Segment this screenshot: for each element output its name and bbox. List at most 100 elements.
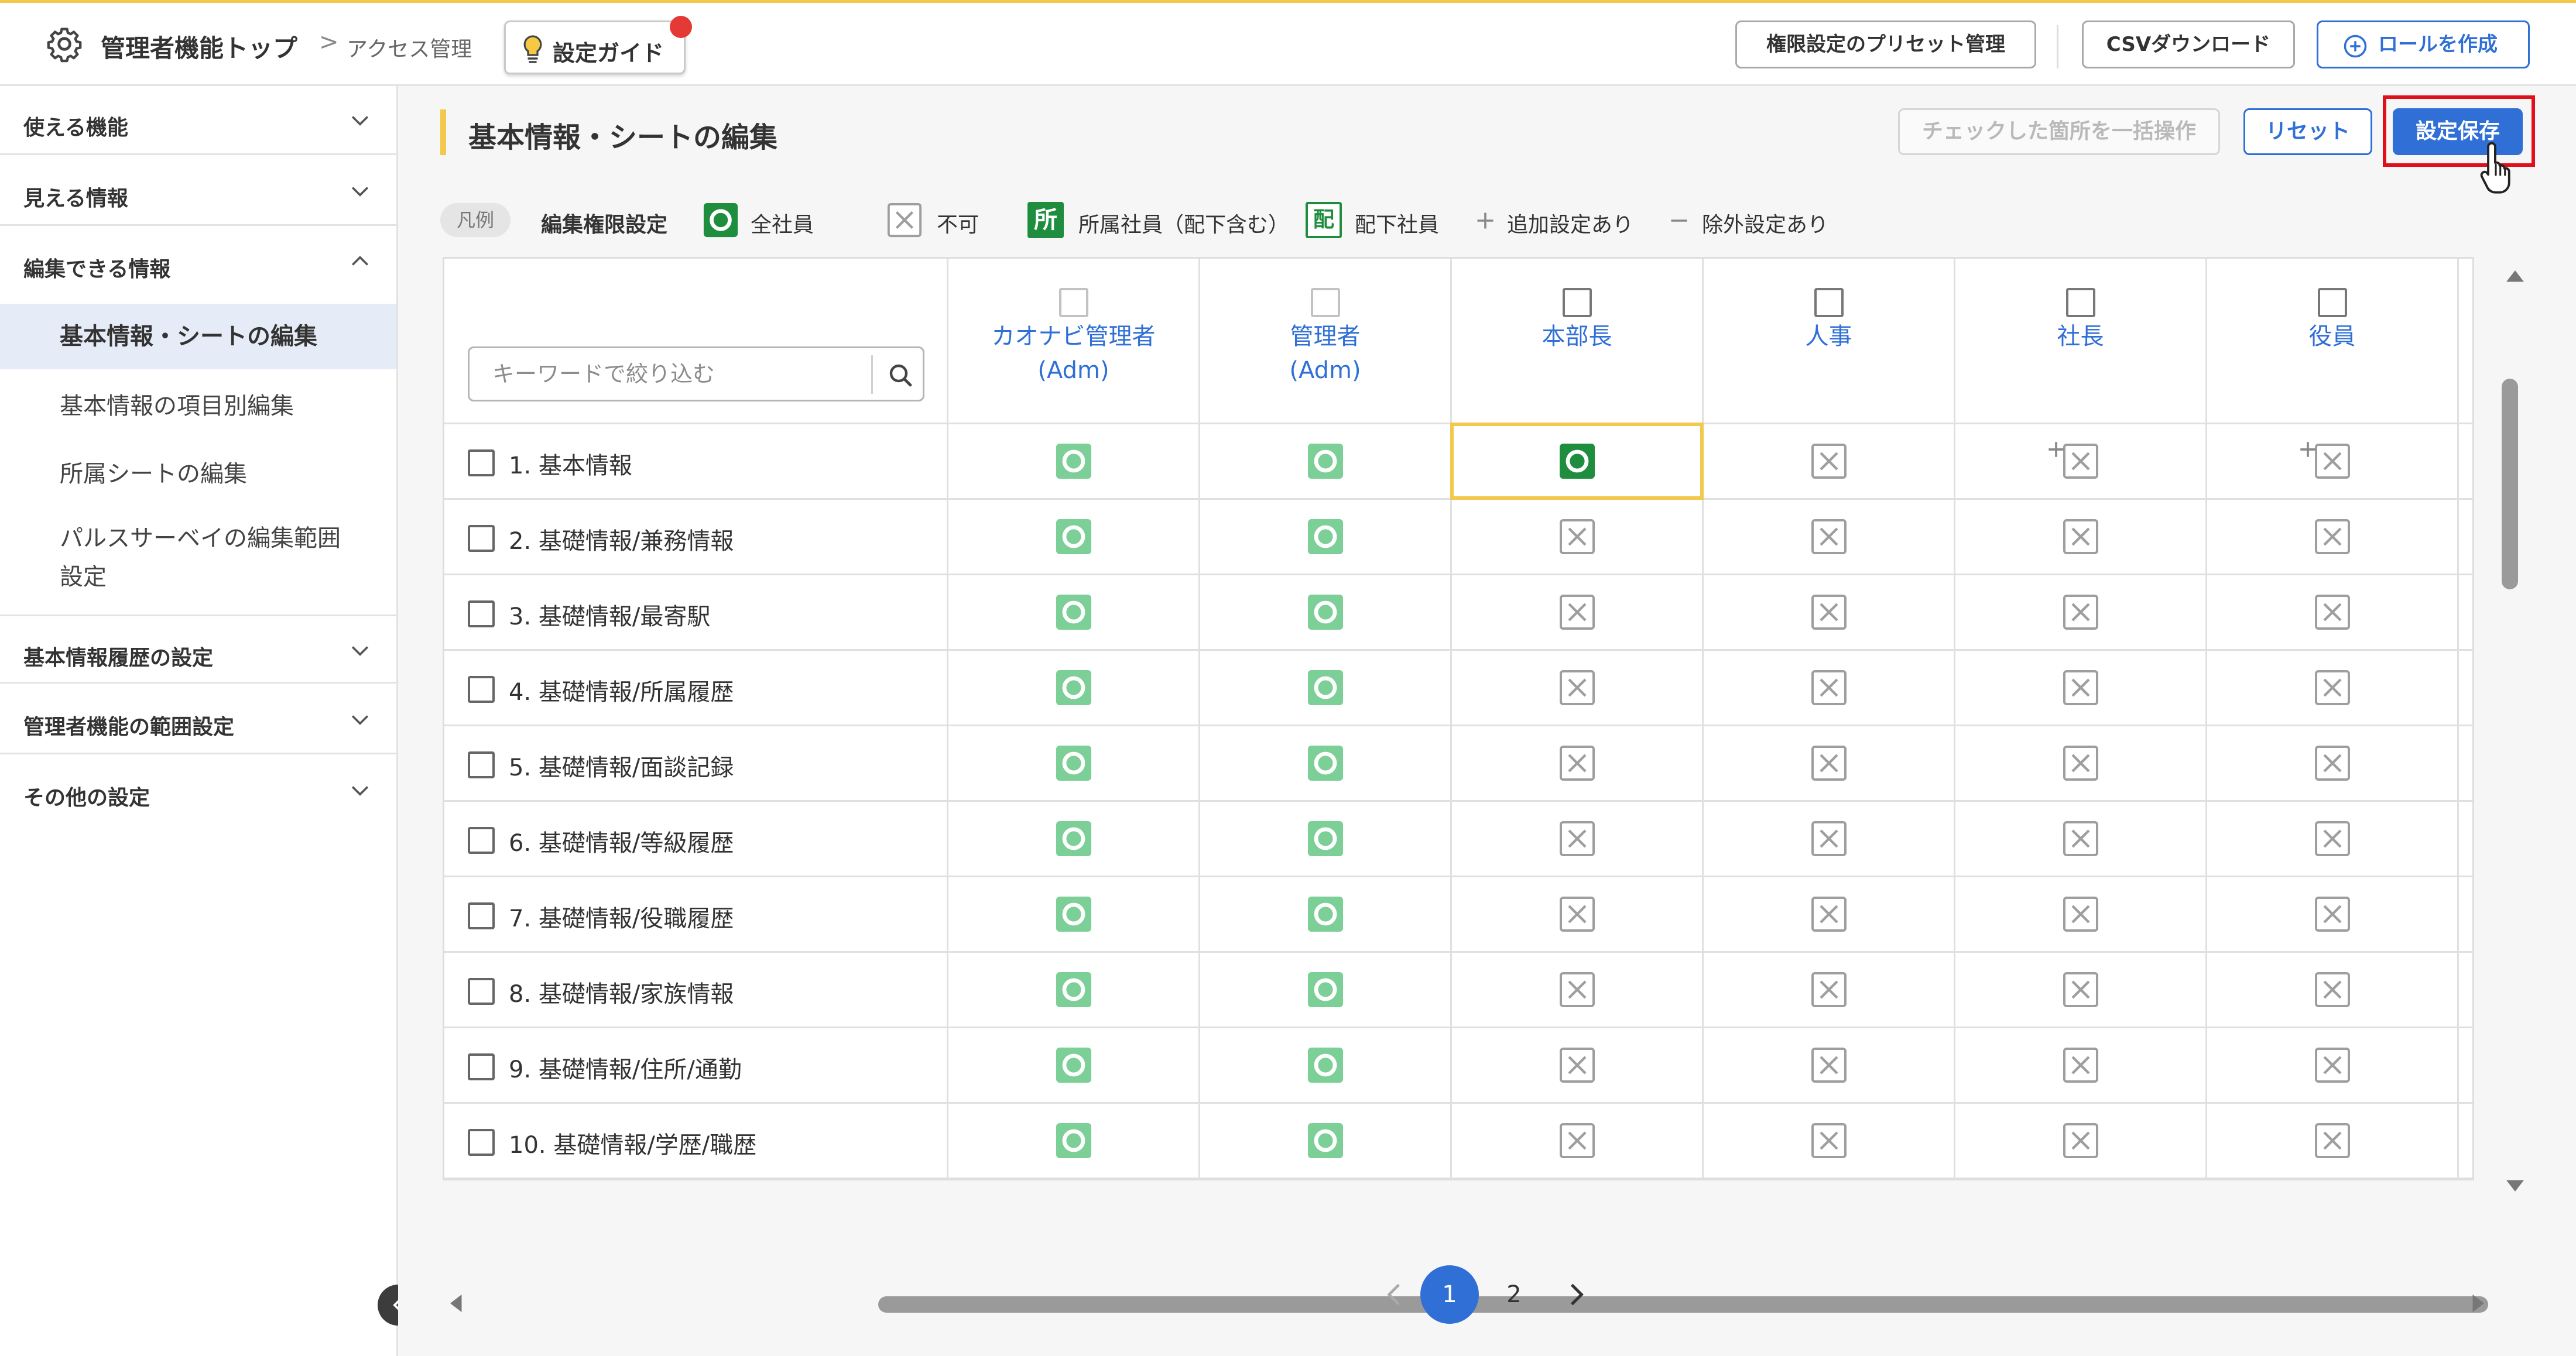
prev-page-icon[interactable] <box>1381 1280 1410 1309</box>
permission-cell[interactable] <box>2207 877 2459 951</box>
permission-cell[interactable] <box>2207 802 2459 876</box>
scroll-left-arrow-icon[interactable] <box>447 1293 464 1314</box>
row-checkbox[interactable] <box>468 676 495 703</box>
permission-cell[interactable] <box>1450 423 1704 500</box>
permission-cell[interactable] <box>1704 1104 1955 1178</box>
permission-cell[interactable] <box>2207 953 2459 1027</box>
permission-cell[interactable] <box>948 726 1200 800</box>
row-checkbox[interactable] <box>468 600 495 627</box>
sidebar-section-history-settings[interactable]: 基本情報履歴の設定 <box>0 615 396 684</box>
permission-cell[interactable] <box>1955 877 2207 951</box>
column-role-name[interactable]: 本部長 <box>1452 320 1702 353</box>
permission-cell[interactable] <box>2207 726 2459 800</box>
permission-cell[interactable] <box>1955 500 2207 574</box>
permission-cell[interactable] <box>1452 500 1704 574</box>
permission-cell[interactable] <box>1704 575 1955 649</box>
permission-cell[interactable] <box>1955 575 2207 649</box>
permission-cell[interactable] <box>948 953 1200 1027</box>
horizontal-scrollbar-thumb[interactable] <box>878 1296 2488 1313</box>
page-1-button[interactable]: 1 <box>1420 1265 1479 1324</box>
column-checkbox[interactable] <box>1814 288 1844 317</box>
permission-cell[interactable] <box>1955 424 2207 498</box>
create-role-button[interactable]: ロールを作成 <box>2317 20 2530 68</box>
column-role-name[interactable]: 管理者 (Adm) <box>1200 320 1450 387</box>
search-field[interactable] <box>468 346 924 401</box>
permission-cell[interactable] <box>948 802 1200 876</box>
row-checkbox[interactable] <box>468 978 495 1005</box>
column-role-name[interactable]: 社長 <box>1955 320 2205 353</box>
sidebar-item-basic-info-sheet-edit[interactable]: 基本情報・シートの編集 <box>0 304 396 369</box>
sidebar-section-admin-scope[interactable]: 管理者機能の範囲設定 <box>0 685 396 754</box>
row-checkbox[interactable] <box>468 1129 495 1156</box>
permission-cell[interactable] <box>1704 877 1955 951</box>
scroll-right-arrow-icon[interactable] <box>2471 1293 2487 1314</box>
permission-cell[interactable] <box>1200 575 1452 649</box>
column-checkbox[interactable] <box>1310 288 1340 317</box>
permission-cell[interactable] <box>1704 651 1955 725</box>
row-checkbox[interactable] <box>468 751 495 778</box>
permission-cell[interactable] <box>1955 1104 2207 1178</box>
sidebar-item-pulse-survey-range-line2[interactable]: 設定 <box>0 558 396 596</box>
permission-cell[interactable] <box>1200 424 1452 498</box>
permission-cell[interactable] <box>1200 1104 1452 1178</box>
permission-cell[interactable] <box>1200 877 1452 951</box>
permission-cell[interactable] <box>2207 651 2459 725</box>
row-checkbox[interactable] <box>468 525 495 552</box>
permission-cell[interactable] <box>948 424 1200 498</box>
row-checkbox[interactable] <box>468 449 495 476</box>
sidebar-section-other-settings[interactable]: その他の設定 <box>0 756 396 825</box>
permission-cell[interactable] <box>1452 877 1704 951</box>
preset-management-button[interactable]: 権限設定のプリセット管理 <box>1735 20 2036 68</box>
permission-cell[interactable] <box>948 651 1200 725</box>
column-role-name[interactable]: 役員 <box>2207 320 2457 353</box>
permission-cell[interactable] <box>1200 651 1452 725</box>
permission-cell[interactable] <box>2207 500 2459 574</box>
sidebar-item-pulse-survey-range[interactable]: パルスサーベイの編集範囲 <box>0 519 396 558</box>
reset-button[interactable]: リセット <box>2243 108 2372 155</box>
column-role-name[interactable]: 人事 <box>1704 320 1954 353</box>
permission-cell[interactable] <box>1955 953 2207 1027</box>
search-icon[interactable] <box>886 361 914 389</box>
permission-cell[interactable] <box>1955 651 2207 725</box>
column-checkbox[interactable] <box>1562 288 1592 317</box>
permission-cell[interactable] <box>948 1104 1200 1178</box>
search-input[interactable] <box>471 350 869 398</box>
permission-cell[interactable] <box>1704 500 1955 574</box>
permission-cell[interactable] <box>1452 651 1704 725</box>
permission-cell[interactable] <box>1955 802 2207 876</box>
page-2-button[interactable]: 2 <box>1485 1265 1543 1324</box>
scroll-up-arrow-icon[interactable] <box>2505 267 2526 284</box>
permission-cell[interactable] <box>1452 953 1704 1027</box>
sidebar-section-visible-info[interactable]: 見える情報 <box>0 157 396 226</box>
permission-cell[interactable] <box>1704 802 1955 876</box>
permission-cell[interactable] <box>1452 1104 1704 1178</box>
csv-download-button[interactable]: CSVダウンロード <box>2082 20 2295 68</box>
permission-cell[interactable] <box>2207 424 2459 498</box>
row-checkbox[interactable] <box>468 902 495 929</box>
permission-cell[interactable] <box>2207 1028 2459 1102</box>
admin-top-link[interactable]: 管理者機能トップ <box>101 29 297 64</box>
permission-cell[interactable] <box>1955 726 2207 800</box>
permission-cell[interactable] <box>2207 1104 2459 1178</box>
permission-cell[interactable] <box>1452 802 1704 876</box>
column-checkbox[interactable] <box>1059 288 1088 317</box>
row-checkbox[interactable] <box>468 1053 495 1080</box>
permission-cell[interactable] <box>1955 1028 2207 1102</box>
permission-cell[interactable] <box>1200 500 1452 574</box>
permission-cell[interactable] <box>948 500 1200 574</box>
permission-cell[interactable] <box>2207 575 2459 649</box>
permission-cell[interactable] <box>1704 726 1955 800</box>
column-role-name[interactable]: カオナビ管理者 (Adm) <box>948 320 1198 387</box>
permission-cell[interactable] <box>1200 1028 1452 1102</box>
sidebar-item-department-sheet-edit[interactable]: 所属シートの編集 <box>0 442 396 506</box>
bulk-operation-button[interactable]: チェックした箇所を一括操作 <box>1898 108 2220 155</box>
sidebar-item-basic-info-field-edit[interactable]: 基本情報の項目別編集 <box>0 374 396 438</box>
column-checkbox[interactable] <box>2317 288 2347 317</box>
gear-icon[interactable] <box>46 25 83 63</box>
column-checkbox[interactable] <box>2065 288 2095 317</box>
permission-cell[interactable] <box>948 575 1200 649</box>
row-checkbox[interactable] <box>468 827 495 854</box>
permission-cell[interactable] <box>1452 726 1704 800</box>
permission-cell[interactable] <box>1200 802 1452 876</box>
permission-cell[interactable] <box>1200 726 1452 800</box>
